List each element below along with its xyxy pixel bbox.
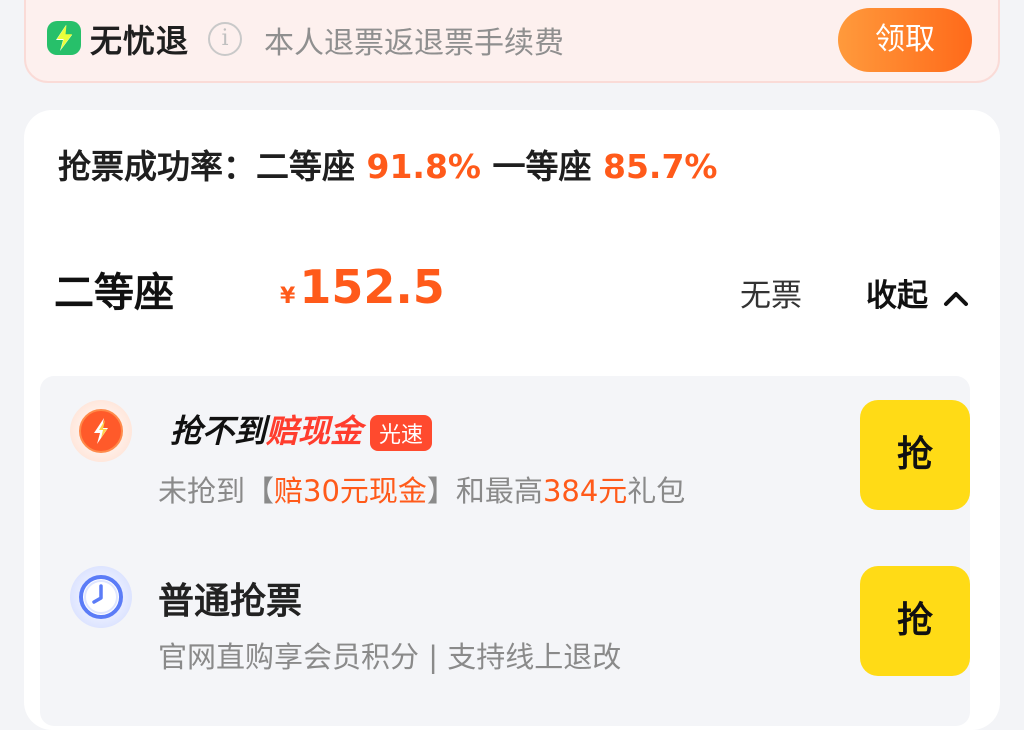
- speed-badge: 光速: [370, 415, 433, 451]
- refund-banner: 无忧退 i 本人退票返退票手续费 领取: [24, 0, 1000, 83]
- guarantee-sub-mid: 】和最高: [426, 474, 543, 508]
- ticket-card: 抢票成功率：二等座 91.8% 一等座 85.7% 二等座 ¥152.5 无票 …: [24, 110, 1000, 730]
- grab-guarantee-button[interactable]: 抢: [860, 400, 970, 510]
- banner-description: 本人退票返退票手续费: [264, 26, 564, 61]
- second-class-rate-label: 二等座: [256, 147, 355, 186]
- clock-icon: [70, 566, 132, 628]
- availability-status: 无票: [740, 278, 802, 314]
- success-rate-label: 抢票成功率：: [58, 147, 256, 186]
- info-icon[interactable]: i: [208, 22, 242, 56]
- claim-button[interactable]: 领取: [838, 8, 972, 72]
- first-class-rate-label: 一等座: [492, 147, 592, 186]
- collapse-label: 收起: [866, 278, 928, 314]
- chevron-up-icon: [943, 291, 968, 306]
- guarantee-option-title: 抢不到赔现金 光速: [170, 406, 433, 452]
- currency-symbol: ¥: [280, 284, 296, 309]
- guarantee-title-highlight: 赔现金: [266, 412, 363, 450]
- grab-options-panel: 抢不到赔现金 光速 未抢到【赔30元现金】和最高384元礼包 抢 普通抢票 官网直…: [40, 376, 970, 726]
- seat-class-name: 二等座: [54, 270, 174, 316]
- first-class-rate: 85.7%: [603, 147, 718, 186]
- banner-title: 无忧退: [90, 22, 190, 60]
- guarantee-title-prefix: 抢不到: [170, 412, 267, 450]
- second-class-rate: 91.8%: [366, 147, 482, 186]
- lightning-badge-icon: [46, 20, 82, 56]
- seat-price: ¥152.5: [280, 260, 445, 314]
- normal-grab-title: 普通抢票: [158, 581, 303, 622]
- guarantee-cash-amount: 赔30元现金: [274, 474, 427, 508]
- price-amount: 152.5: [299, 260, 445, 314]
- normal-grab-subtitle: 官网直购享会员积分 | 支持线上退改: [158, 640, 622, 674]
- lightning-icon: [70, 400, 132, 462]
- success-rate-line: 抢票成功率：二等座 91.8% 一等座 85.7%: [58, 140, 718, 188]
- collapse-toggle[interactable]: 收起: [866, 270, 969, 315]
- guarantee-sub-prefix: 未抢到【: [158, 474, 275, 508]
- grab-normal-button[interactable]: 抢: [860, 566, 970, 676]
- guarantee-sub-suffix: 礼包: [627, 474, 686, 508]
- guarantee-option-subtitle: 未抢到【赔30元现金】和最高384元礼包: [158, 468, 685, 510]
- guarantee-gift-amount: 384元: [542, 474, 628, 508]
